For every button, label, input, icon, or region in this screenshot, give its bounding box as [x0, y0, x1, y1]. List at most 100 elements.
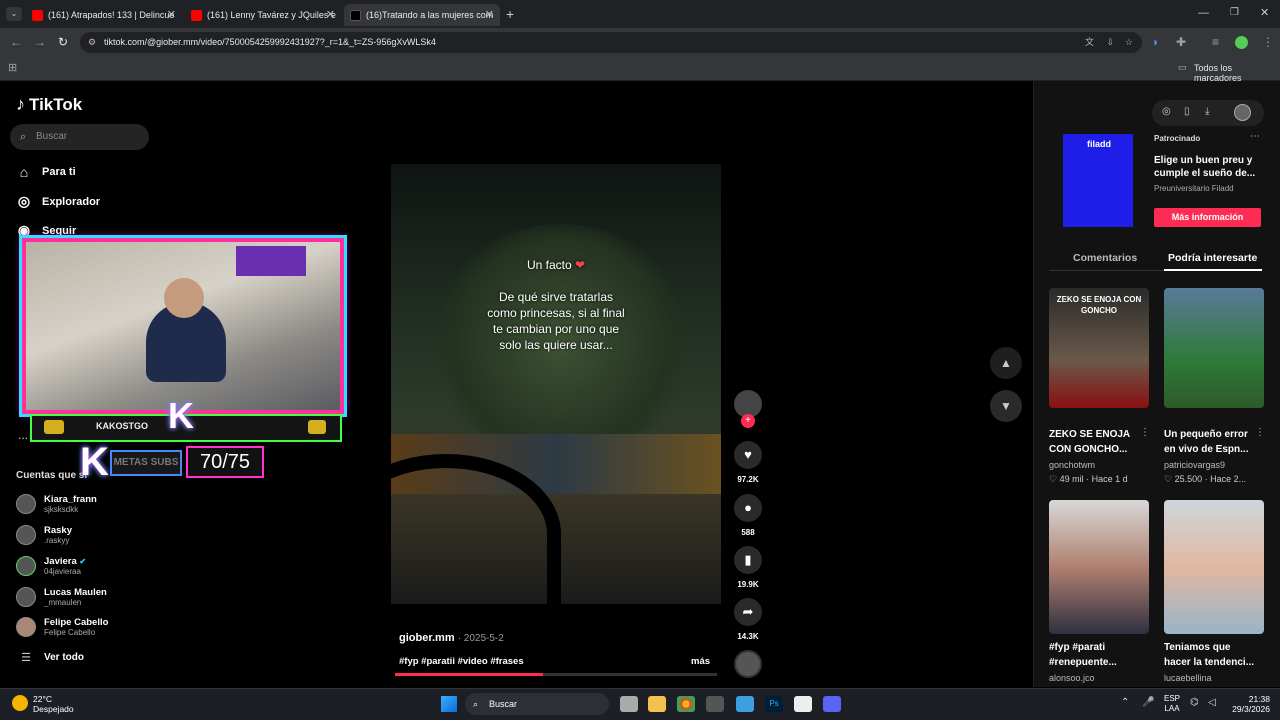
save-button[interactable]: ▮ 19.9K — [733, 546, 763, 589]
notepad-icon[interactable] — [794, 696, 812, 712]
task-view-icon[interactable] — [620, 696, 638, 712]
more-menu[interactable]: ... — [18, 428, 28, 442]
minimize-icon[interactable]: — — [1198, 7, 1209, 19]
volume-icon[interactable]: ◁ — [1208, 697, 1216, 708]
comment-button[interactable]: ● 588 — [733, 494, 763, 537]
related-video-author[interactable]: patriciovargas9 — [1164, 460, 1225, 470]
ad-title[interactable]: Elige un buen preu y cumple el sueño de.… — [1154, 154, 1255, 180]
related-video-title[interactable]: Teniamos que hacer la tendenci... — [1164, 640, 1259, 670]
account-item[interactable]: Lucas Maulen _mmaulen — [16, 587, 107, 607]
weather-icon[interactable] — [12, 695, 28, 711]
menu-kebab-icon[interactable]: ⋮ — [1262, 35, 1274, 49]
translate-icon[interactable]: 文 — [1085, 32, 1094, 53]
video-player[interactable]: Un facto ❤ De qué sirve tratarlas como p… — [391, 164, 721, 604]
related-video-title[interactable]: #fyp #parati #renepuente... — [1049, 640, 1144, 670]
back-icon[interactable]: ← — [10, 35, 22, 49]
tab-related[interactable]: Podría interesarte — [1168, 252, 1257, 264]
tray-chevron-icon[interactable]: ⌃ — [1121, 697, 1129, 708]
sound-disc[interactable] — [733, 650, 763, 678]
forward-icon[interactable]: → — [34, 35, 46, 49]
user-avatar[interactable] — [1234, 104, 1251, 121]
ad-cta-button[interactable]: Más información — [1154, 208, 1261, 227]
close-window-icon[interactable]: ✕ — [1260, 6, 1269, 19]
close-tab-icon[interactable]: ✕ — [326, 8, 335, 21]
like-button[interactable]: ♥ 97.2K — [733, 441, 763, 484]
next-video-button[interactable]: ▼ — [990, 390, 1022, 422]
browser-tab-3[interactable]: (16)Tratando a las mujeres com ✕ — [344, 4, 500, 26]
comment-icon: ● — [734, 494, 762, 522]
apps-grid-icon[interactable]: ⊞ — [8, 61, 17, 74]
previous-video-button[interactable]: ▲ — [990, 347, 1022, 379]
more-button[interactable]: más — [691, 656, 710, 667]
tab-search-icon[interactable]: ⌄ — [6, 7, 22, 21]
see-all-label: Ver todo — [44, 652, 85, 663]
photoshop-icon[interactable]: Ps — [765, 696, 783, 712]
see-all-link[interactable]: ☰ Ver todo — [16, 651, 84, 664]
download-icon[interactable]: ⤓ — [1205, 106, 1209, 117]
tab-comments[interactable]: Comentarios — [1073, 252, 1137, 264]
taskbar-search[interactable]: ⌕ Buscar — [465, 693, 609, 715]
account-item[interactable]: Rasky .raskyy — [16, 525, 72, 545]
close-tab-icon[interactable]: ✕ — [485, 8, 494, 21]
reload-icon[interactable]: ↻ — [58, 35, 68, 49]
new-tab-icon[interactable]: + — [506, 6, 514, 22]
account-item[interactable]: Javiera ✔ 04javieraa — [16, 556, 86, 576]
avatar — [16, 587, 36, 607]
video-hashtags[interactable]: #fyp #paratii #video #frases — [399, 656, 524, 667]
device-icon[interactable]: ▯ — [1184, 106, 1190, 117]
card-more-icon[interactable]: ⋮ — [1140, 427, 1150, 438]
all-bookmarks-link[interactable]: Todos los marcadores — [1194, 63, 1280, 83]
related-video-thumb[interactable] — [1164, 288, 1264, 408]
account-item[interactable]: Kiara_frann sjksksdkk — [16, 494, 97, 514]
browser-tab-2[interactable]: (161) Lenny Tavárez y JQuiles e ✕ — [185, 4, 341, 26]
related-video-author[interactable]: lucaebellina — [1164, 673, 1212, 683]
close-tab-icon[interactable]: ✕ — [167, 8, 176, 21]
tiktok-logo[interactable]: ♪ TikTok — [16, 94, 82, 115]
card-more-icon[interactable]: ⋮ — [1255, 427, 1265, 438]
clock[interactable]: 21:38 29/3/2026 — [1224, 694, 1270, 714]
follow-plus-icon[interactable]: + — [741, 414, 755, 428]
discord-icon[interactable] — [823, 696, 841, 712]
account-item[interactable]: Felipe Cabello Felipe Cabello — [16, 617, 108, 637]
extension-icon[interactable]: ◗ — [1152, 35, 1159, 49]
related-video-author[interactable]: gonchotwm — [1049, 460, 1095, 470]
extensions-puzzle-icon[interactable]: ✚ — [1176, 35, 1186, 49]
url-field[interactable]: ⚙ tiktok.com/@giober.mm/video/7500054259… — [80, 32, 1142, 53]
language-indicator[interactable]: ESP LAA — [1164, 694, 1180, 714]
nav-following[interactable]: ◉ Seguir — [16, 222, 76, 239]
chrome-icon[interactable] — [677, 696, 695, 712]
search-input[interactable]: ⌕ Buscar — [10, 124, 149, 150]
site-info-icon[interactable]: ⚙ — [88, 32, 96, 53]
related-video-title[interactable]: Un pequeño error en vivo de Espn... — [1164, 427, 1259, 457]
video-caption-line: como princesas, si al final — [487, 306, 625, 320]
app-icon[interactable] — [736, 696, 754, 712]
nav-for-you[interactable]: ⌂ Para ti — [16, 164, 76, 180]
video-author-row[interactable]: giober.mm · 2025-5-2 — [399, 632, 504, 644]
creator-avatar[interactable]: + — [733, 390, 763, 428]
explore-icon[interactable]: ◎ — [1162, 106, 1171, 117]
related-video-thumb[interactable]: ZEKO SE ENOJA CON GONCHO — [1049, 288, 1149, 408]
nav-explore[interactable]: ◎ Explorador — [16, 193, 100, 210]
avatar — [16, 617, 36, 637]
share-button[interactable]: ➦ 14.3K — [733, 598, 763, 641]
network-icon[interactable]: ⌬ — [1190, 697, 1199, 708]
tab-title: (16)Tratando a las mujeres com — [366, 10, 494, 20]
browser-tab-1[interactable]: (161) Atrapados! 133 | Delincue ✕ — [26, 4, 182, 26]
install-icon[interactable]: ⇩ — [1106, 32, 1114, 53]
media-icon[interactable]: ≡ — [1212, 35, 1219, 49]
start-button[interactable] — [441, 696, 457, 712]
ad-thumbnail[interactable]: filadd — [1063, 134, 1133, 227]
ad-more-icon[interactable]: ⋯ — [1250, 131, 1260, 142]
related-video-title[interactable]: ZEKO SE ENOJA CON GONCHO... — [1049, 427, 1144, 457]
restore-icon[interactable]: ❐ — [1230, 7, 1239, 18]
video-author[interactable]: giober.mm — [399, 632, 455, 644]
microphone-icon[interactable]: 🎤 — [1142, 697, 1154, 708]
bookmark-star-icon[interactable]: ☆ — [1125, 32, 1133, 53]
related-video-thumb[interactable] — [1049, 500, 1149, 634]
weather-widget[interactable]: 22°C Despejado — [33, 694, 74, 714]
app-icon[interactable] — [706, 696, 724, 712]
related-video-thumb[interactable] — [1164, 500, 1264, 634]
file-explorer-icon[interactable] — [648, 696, 666, 712]
profile-avatar[interactable] — [1235, 36, 1248, 49]
related-video-author[interactable]: alonsoo.jco — [1049, 673, 1095, 683]
